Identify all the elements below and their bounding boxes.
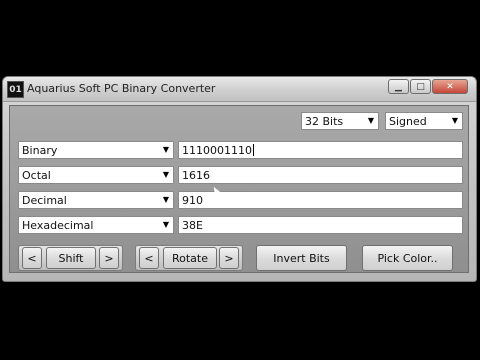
chevron-down-icon: ▼	[162, 220, 169, 229]
window-title: Aquarius Soft PC Binary Converter	[27, 82, 216, 95]
bits-select[interactable]: 32 Bits ▼	[301, 112, 379, 130]
bits-select-value: 32 Bits	[305, 114, 344, 128]
sign-select-value: Signed	[389, 114, 427, 128]
base-select-label: Decimal	[22, 193, 67, 207]
chevron-down-icon: ▼	[162, 170, 169, 179]
rotate-left-button[interactable]: <	[139, 247, 159, 269]
base-select-octal[interactable]: Octal ▼	[18, 166, 174, 184]
base-select-decimal[interactable]: Decimal ▼	[18, 191, 174, 209]
hexadecimal-value-input[interactable]: 38E	[178, 216, 463, 234]
text-caret	[253, 144, 254, 156]
rotate-button[interactable]: Rotate	[163, 247, 217, 269]
base-select-hexadecimal[interactable]: Hexadecimal ▼	[18, 216, 174, 234]
chevron-down-icon: ▼	[367, 116, 374, 125]
converter-window: 01 Aquarius Soft PC Binary Converter ▁ □…	[2, 76, 477, 282]
shift-button[interactable]: Shift	[46, 247, 96, 269]
converter-panel: 32 Bits ▼ Signed ▼ Binary ▼ 1110001110 O…	[9, 105, 469, 273]
shift-right-button[interactable]: >	[99, 247, 119, 269]
minimize-icon[interactable]: ▁	[388, 79, 409, 94]
rotate-right-button[interactable]: >	[219, 247, 239, 269]
octal-value: 1616	[182, 168, 210, 182]
base-select-label: Hexadecimal	[22, 218, 94, 232]
binary-value-input[interactable]: 1110001110	[178, 141, 463, 159]
pick-color-button[interactable]: Pick Color..	[362, 245, 453, 271]
chevron-down-icon: ▼	[451, 116, 458, 125]
title-bar[interactable]: 01 Aquarius Soft PC Binary Converter ▁ □…	[3, 77, 476, 102]
decimal-value: 910	[182, 193, 203, 207]
sign-select[interactable]: Signed ▼	[385, 112, 463, 130]
base-select-label: Binary	[22, 143, 58, 157]
hexadecimal-value: 38E	[182, 218, 203, 232]
chevron-down-icon: ▼	[162, 145, 169, 154]
window-controls: ▁ □ ✕	[388, 79, 468, 94]
base-select-binary[interactable]: Binary ▼	[18, 141, 174, 159]
invert-bits-button[interactable]: Invert Bits	[256, 245, 347, 271]
app-icon: 01	[7, 81, 24, 98]
binary-value: 1110001110	[182, 143, 252, 157]
octal-value-input[interactable]: 1616	[178, 166, 463, 184]
shift-left-button[interactable]: <	[22, 247, 42, 269]
chevron-down-icon: ▼	[162, 195, 169, 204]
base-select-label: Octal	[22, 168, 51, 182]
maximize-icon[interactable]: □	[410, 79, 431, 94]
close-icon[interactable]: ✕	[432, 79, 468, 94]
